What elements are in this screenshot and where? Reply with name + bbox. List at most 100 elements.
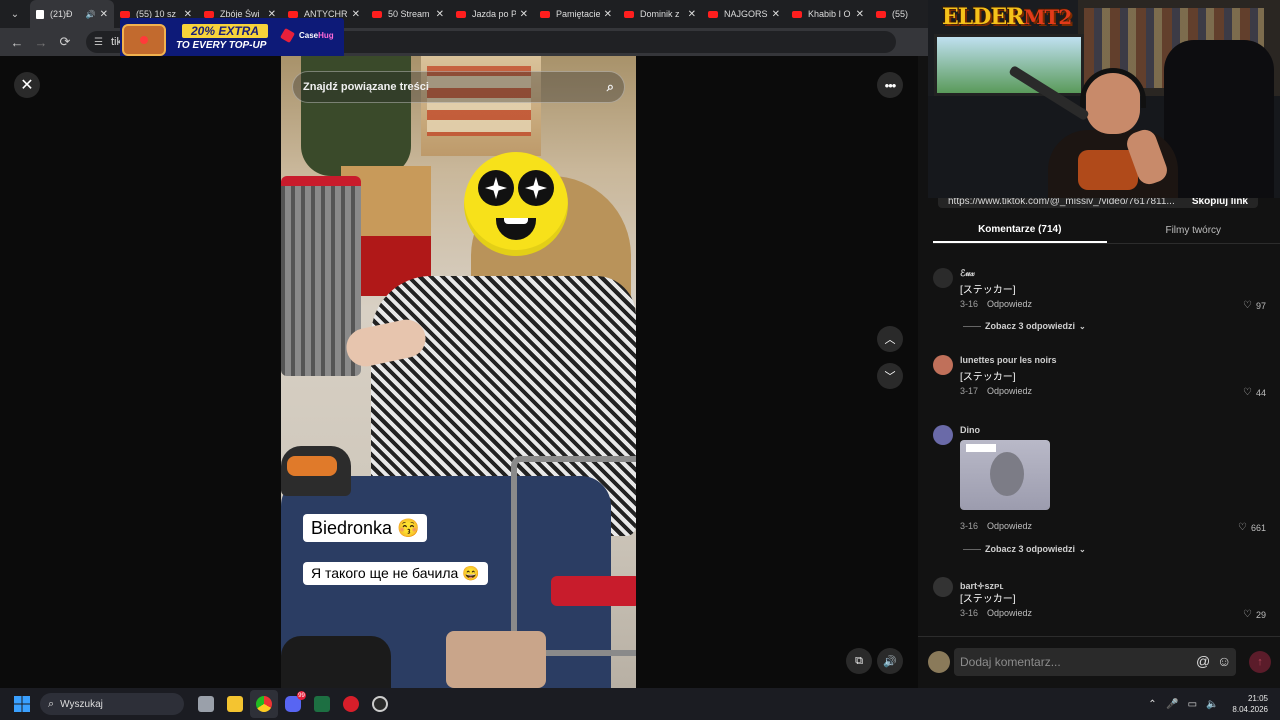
windows-start-icon[interactable] bbox=[6, 688, 38, 720]
video-cart bbox=[511, 456, 636, 656]
tab-label: 50 Stream bbox=[388, 9, 430, 19]
tab[interactable]: Jazda po P ✕ bbox=[450, 0, 534, 28]
task-view-icon[interactable] bbox=[192, 690, 220, 718]
view-replies-button[interactable]: Zobacz 3 odpowiedzi ⌄ bbox=[963, 544, 1086, 554]
reply-button[interactable]: Odpowiedz bbox=[987, 386, 1032, 396]
avatar bbox=[928, 651, 950, 673]
comment-date: 3-16 bbox=[960, 299, 979, 309]
avatar[interactable] bbox=[933, 355, 953, 375]
youtube-favicon-icon bbox=[456, 10, 466, 18]
more-options-icon[interactable]: ••• bbox=[877, 72, 903, 98]
back-arrow-icon[interactable]: ← bbox=[6, 31, 28, 53]
clock-date: 8.04.2026 bbox=[1232, 705, 1268, 714]
mention-icon[interactable]: @ bbox=[1196, 653, 1210, 669]
search-icon[interactable]: ⌕ bbox=[607, 79, 614, 95]
logo-text-a: ELDER bbox=[942, 4, 1024, 30]
webcam-streamer bbox=[1048, 68, 1178, 198]
avatar[interactable] bbox=[933, 577, 953, 597]
tab-close-icon[interactable]: ✕ bbox=[688, 9, 696, 20]
reply-button[interactable]: Odpowiedz bbox=[987, 299, 1032, 309]
sticker-banner bbox=[966, 444, 996, 452]
tab[interactable]: Khabib I O ✕ bbox=[786, 0, 870, 28]
tab-close-icon[interactable]: ✕ bbox=[856, 9, 864, 20]
view-replies-button[interactable]: Zobacz 3 odpowiedzi ⌄ bbox=[963, 321, 1086, 331]
comment-date: 3-17 bbox=[960, 386, 979, 396]
tab[interactable]: Pamiętacie ✕ bbox=[534, 0, 618, 28]
forward-arrow-icon[interactable]: → bbox=[30, 31, 52, 53]
reply-button[interactable]: Odpowiedz bbox=[987, 521, 1032, 531]
send-icon[interactable]: ↑ bbox=[1249, 651, 1271, 673]
headset-icon bbox=[1080, 68, 1146, 108]
tab[interactable]: 50 Stream ✕ bbox=[366, 0, 450, 28]
like-button[interactable]: ♡ 29 bbox=[1243, 609, 1266, 620]
treasure-chest-icon bbox=[122, 24, 166, 56]
related-search-input[interactable]: Znajdź powiązane treści ⌕ bbox=[292, 71, 625, 103]
reload-icon[interactable]: ⟳ bbox=[54, 31, 76, 53]
heart-icon: ♡ bbox=[1243, 387, 1252, 398]
tab-close-icon[interactable]: ✕ bbox=[100, 9, 108, 20]
emoji-mouth bbox=[496, 218, 536, 240]
chrome-icon[interactable] bbox=[250, 690, 278, 718]
speaker-icon[interactable]: 🔈 bbox=[1202, 699, 1222, 710]
like-button[interactable]: ♡ 44 bbox=[1243, 387, 1266, 398]
video-player[interactable]: Znajdź powiązane treści ⌕ Biedronka 😚 Я … bbox=[281, 56, 636, 688]
like-button[interactable]: ♡ 661 bbox=[1238, 522, 1266, 533]
comment-item: bart🝊szᴘʟ [ステッカー] 3-16 Odpowiedz ♡ 29 bbox=[933, 577, 1273, 627]
divider bbox=[963, 548, 981, 550]
comment-composer: @ ☺ ↑ bbox=[918, 636, 1280, 688]
sticker-image[interactable] bbox=[960, 440, 1050, 510]
tab-creator-videos[interactable]: Filmy twórcy bbox=[1107, 218, 1280, 243]
tab-search-icon[interactable]: ⌄ bbox=[4, 4, 26, 24]
app-red-glyph bbox=[343, 696, 359, 712]
emoji-icon[interactable]: ☺ bbox=[1217, 653, 1231, 669]
emoji-eye bbox=[478, 170, 514, 206]
speaker-icon[interactable]: 🔊 bbox=[86, 10, 96, 19]
volume-icon[interactable]: 🔊 bbox=[877, 648, 903, 674]
view-replies-label: Zobacz 3 odpowiedzi bbox=[985, 321, 1076, 331]
tab-close-icon[interactable]: ✕ bbox=[436, 9, 444, 20]
microphone-icon[interactable]: 🎤 bbox=[1162, 699, 1182, 710]
tab[interactable]: NAJGORS ✕ bbox=[702, 0, 786, 28]
chevron-up-icon[interactable]: ︿ bbox=[877, 326, 903, 352]
site-info-icon[interactable]: ☰ bbox=[94, 37, 103, 48]
tab-close-icon[interactable]: ✕ bbox=[520, 9, 528, 20]
file-explorer-icon[interactable] bbox=[221, 690, 249, 718]
like-button[interactable]: ♡ 97 bbox=[1243, 300, 1266, 311]
tab[interactable]: (55) MR bbox=[870, 0, 914, 28]
youtube-favicon-icon bbox=[120, 10, 130, 18]
comment-input[interactable] bbox=[954, 648, 1236, 676]
tab-comments[interactable]: Komentarze (714) bbox=[933, 218, 1107, 243]
tab-label: Dominik z bbox=[640, 9, 680, 19]
chevron-down-icon[interactable]: ﹀ bbox=[877, 363, 903, 389]
clock-time: 21:05 bbox=[1247, 694, 1268, 703]
chevron-up-icon[interactable]: ⌃ bbox=[1142, 699, 1162, 710]
terminal-icon[interactable] bbox=[308, 690, 336, 718]
tab-active[interactable]: (21)Đ 🔊 ✕ bbox=[30, 0, 114, 28]
comment-author[interactable]: ℰ𝓊𝓍 bbox=[960, 268, 975, 279]
discord-icon[interactable]: 99 bbox=[279, 690, 307, 718]
obs-icon[interactable] bbox=[366, 690, 394, 718]
comment-date: 3-16 bbox=[960, 608, 979, 618]
comment-date: 3-16 bbox=[960, 521, 979, 531]
comment-author[interactable]: Dino bbox=[960, 425, 980, 435]
tab-close-icon[interactable]: ✕ bbox=[352, 9, 360, 20]
picture-in-picture-icon[interactable]: ⧉ bbox=[846, 648, 872, 674]
avatar[interactable] bbox=[933, 425, 953, 445]
app-red-icon[interactable] bbox=[337, 690, 365, 718]
like-count: 661 bbox=[1250, 522, 1266, 533]
reply-button[interactable]: Odpowiedz bbox=[987, 608, 1032, 618]
heart-icon: ♡ bbox=[1243, 300, 1252, 311]
avatar[interactable] bbox=[933, 268, 953, 288]
tab-close-icon[interactable]: ✕ bbox=[772, 9, 780, 20]
taskbar-search[interactable]: ⌕ Wyszukaj bbox=[40, 693, 184, 715]
ad-banner[interactable]: 20% EXTRA TO EVERY TOP-UP Case Hug bbox=[120, 18, 344, 58]
tab-close-icon[interactable]: ✕ bbox=[604, 9, 612, 20]
close-icon[interactable]: ✕ bbox=[14, 72, 40, 98]
star-struck-emoji-icon bbox=[464, 152, 568, 256]
monitor-icon[interactable]: ▭ bbox=[1182, 699, 1202, 710]
clock[interactable]: 21:05 8.04.2026 bbox=[1232, 693, 1268, 715]
search-icon: ⌕ bbox=[48, 697, 55, 710]
webcam-overlay: ELDERMT2 bbox=[928, 0, 1280, 198]
tab[interactable]: Dominik z ✕ bbox=[618, 0, 702, 28]
comment-author[interactable]: lunettes pour les noirs bbox=[960, 355, 1057, 365]
